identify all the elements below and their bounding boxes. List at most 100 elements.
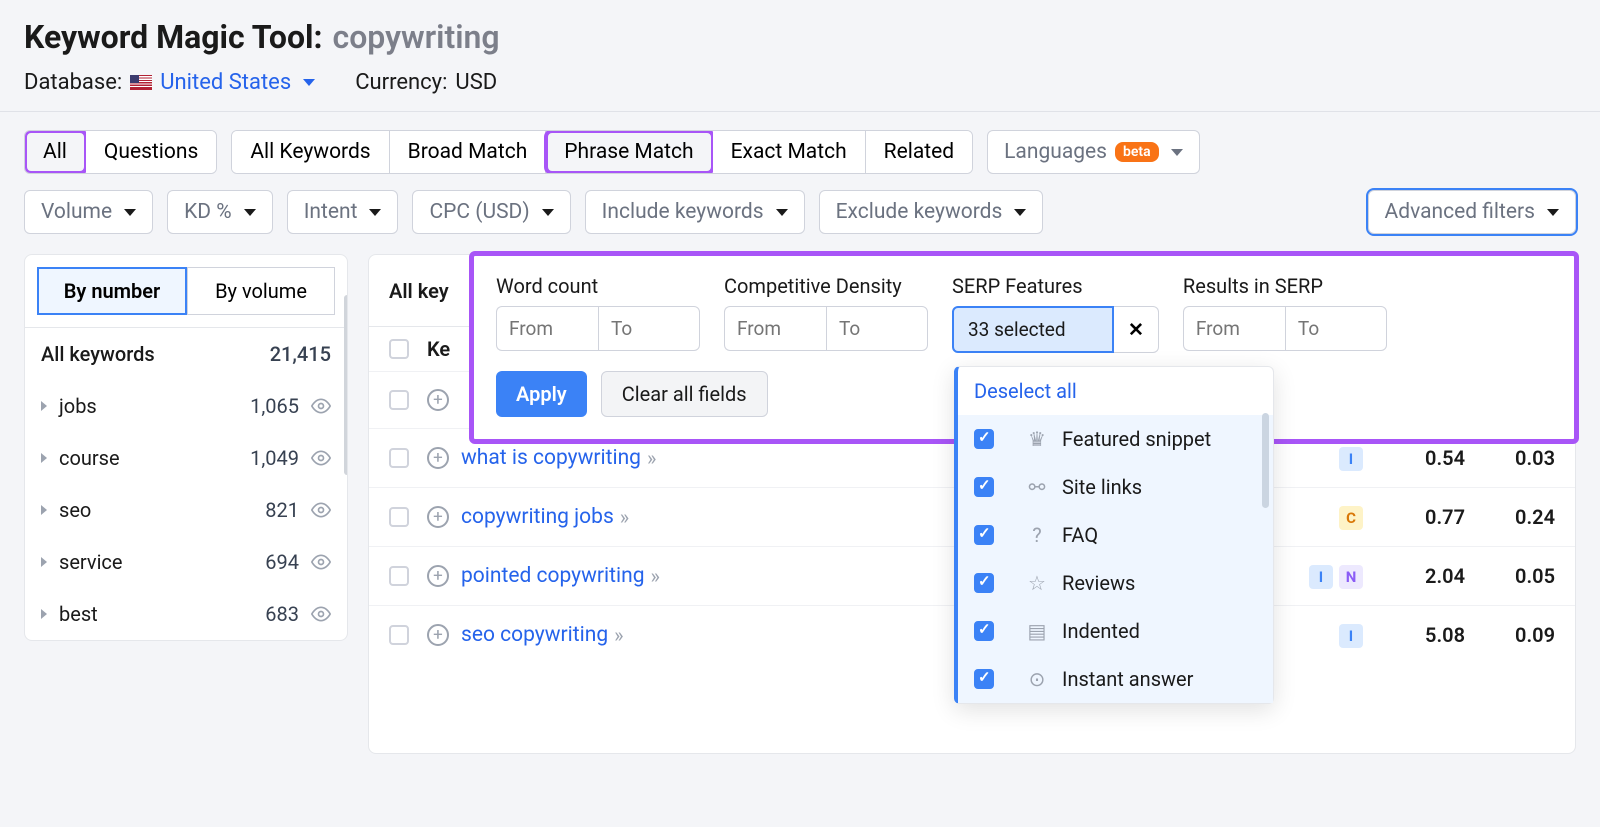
chevron-down-icon [542,209,554,216]
tab-all[interactable]: All [25,131,86,173]
add-keyword-icon[interactable]: + [427,447,449,469]
filter-cpc[interactable]: CPC (USD) [412,190,570,234]
serp-feature-option[interactable]: ☆ Reviews [958,559,1273,607]
filter-row: Volume KD % Intent CPC (USD) Include key… [0,174,1600,254]
database-selector[interactable]: Database: United States [24,70,315,95]
tab-exact-match[interactable]: Exact Match [713,131,866,173]
add-keyword-icon[interactable]: + [427,624,449,646]
filter-exclude-keywords[interactable]: Exclude keywords [819,190,1044,234]
sidebar-group-item[interactable]: best 683 [25,588,347,640]
clear-serp-features-button[interactable]: ✕ [1114,306,1159,353]
cell-val1: 0.77 [1375,505,1465,529]
results-serp-from[interactable] [1183,306,1285,351]
chevron-down-icon [1547,209,1559,216]
chevron-right-icon [41,505,47,515]
row-checkbox[interactable] [389,566,409,586]
scrollbar[interactable] [1262,413,1269,508]
deselect-all-link[interactable]: Deselect all [958,367,1273,415]
sort-by-volume[interactable]: By volume [187,267,335,315]
eye-icon[interactable] [311,448,331,468]
checkbox-checked[interactable] [974,669,994,689]
sidebar-group-item[interactable]: seo 821 [25,484,347,536]
row-checkbox[interactable] [389,625,409,645]
filter-kd[interactable]: KD % [167,190,273,234]
cell-com: 0.09 [1465,623,1555,647]
row-checkbox[interactable] [389,448,409,468]
row-checkbox[interactable] [389,390,409,410]
sidebar-group-item[interactable]: course 1,049 [25,432,347,484]
keyword-link[interactable]: copywriting jobs [461,505,614,529]
sidebar-all-keywords[interactable]: All keywords 21,415 [25,328,347,380]
serp-feature-option[interactable]: ♛ Featured snippet [958,415,1273,463]
chevron-right-icon [41,557,47,567]
checkbox-checked[interactable] [974,621,994,641]
tab-questions[interactable]: Questions [86,131,216,173]
select-all-checkbox[interactable] [389,339,409,359]
serp-features-selected[interactable]: 33 selected [952,306,1114,353]
scrollbar[interactable] [344,295,348,475]
clear-all-button[interactable]: Clear all fields [601,371,768,417]
checkbox-checked[interactable] [974,573,994,593]
sort-by-number[interactable]: By number [37,267,187,315]
group-name: jobs [59,394,97,418]
keyword-link[interactable]: seo copywriting [461,623,608,647]
cell-com: 0.05 [1465,564,1555,588]
match-type-row: All Questions All Keywords Broad Match P… [0,112,1600,174]
serp-features-label: SERP Features [952,274,1159,298]
comp-density-to[interactable] [826,306,928,351]
serp-feature-option[interactable]: ? FAQ [958,511,1273,559]
keyword-link[interactable]: pointed copywriting [461,564,644,588]
option-label: Featured snippet [1062,427,1211,451]
serp-feature-option[interactable]: ⚯ Site links [958,463,1273,511]
filter-include-keywords[interactable]: Include keywords [585,190,805,234]
eye-icon[interactable] [311,552,331,572]
page-header: Keyword Magic Tool: copywriting Database… [0,0,1600,112]
intent-badge-c: C [1339,506,1363,530]
cell-com: 0.24 [1465,505,1555,529]
eye-icon[interactable] [311,500,331,520]
option-label: FAQ [1062,523,1098,547]
group-name: service [59,550,123,574]
chevron-down-icon [1171,149,1183,156]
group-count: 1,049 [250,446,299,470]
keyword-groups-sidebar: By number By volume All keywords 21,415 … [24,254,348,641]
checkbox-checked[interactable] [974,429,994,449]
checkbox-checked[interactable] [974,525,994,545]
filter-volume[interactable]: Volume [24,190,153,234]
comp-density-label: Competitive Density [724,274,928,298]
chevron-down-icon [124,209,136,216]
languages-dropdown[interactable]: Languages beta [987,130,1200,174]
serp-feature-option[interactable]: ⊙ Instant answer [958,655,1273,703]
eye-icon[interactable] [311,396,331,416]
currency-display: Currency: USD [355,70,497,95]
languages-label: Languages [1004,140,1107,164]
add-keyword-icon[interactable]: + [427,389,449,411]
eye-icon[interactable] [311,604,331,624]
word-count-to[interactable] [598,306,700,351]
tab-broad-match[interactable]: Broad Match [390,131,547,173]
checkbox-checked[interactable] [974,477,994,497]
sidebar-group-item[interactable]: service 694 [25,536,347,588]
chevron-down-icon [303,79,315,86]
chevron-down-icon [369,209,381,216]
keyword-link[interactable]: what is copywriting [461,446,641,470]
results-panel: All key word list Ke Com. + 0.13 + what … [368,254,1576,754]
tab-related[interactable]: Related [866,131,972,173]
tab-all-keywords[interactable]: All Keywords [232,131,389,173]
row-checkbox[interactable] [389,507,409,527]
comp-density-from[interactable] [724,306,826,351]
link-icon: ⚯ [1026,476,1048,498]
group-name: course [59,446,120,470]
chevron-double-right-icon: » [650,564,659,588]
apply-button[interactable]: Apply [496,371,587,417]
tab-phrase-match[interactable]: Phrase Match [546,131,712,173]
filter-advanced[interactable]: Advanced filters [1368,190,1576,234]
filter-intent[interactable]: Intent [287,190,399,234]
cell-val1: 5.08 [1375,623,1465,647]
word-count-from[interactable] [496,306,598,351]
add-keyword-icon[interactable]: + [427,506,449,528]
add-keyword-icon[interactable]: + [427,565,449,587]
serp-feature-option[interactable]: ▤ Indented [958,607,1273,655]
sidebar-group-item[interactable]: jobs 1,065 [25,380,347,432]
results-serp-to[interactable] [1285,306,1387,351]
